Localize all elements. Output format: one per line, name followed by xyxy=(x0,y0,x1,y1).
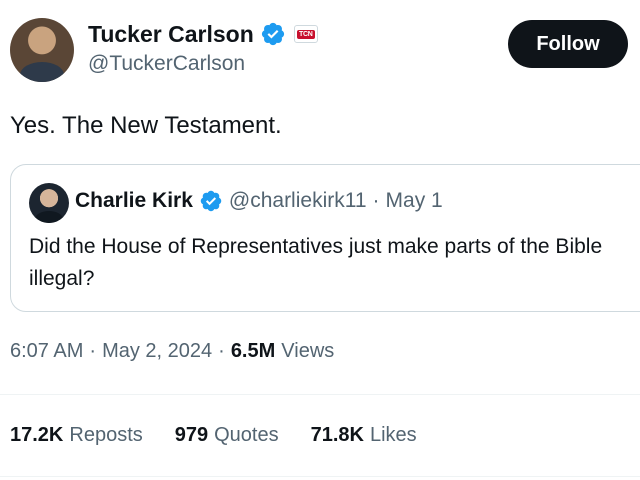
quoted-separator: · xyxy=(372,189,380,212)
engagement-stats: 17.2K Reposts 979 Quotes 71.8K Likes xyxy=(10,424,417,447)
quoted-tweet-text: Did the House of Representatives just ma… xyxy=(29,235,603,290)
meta-separator: · xyxy=(89,340,97,362)
reposts-label: Reposts xyxy=(69,424,143,446)
tweet-meta: 6:07 AM · May 2, 2024 · 6.5M Views xyxy=(10,340,334,363)
divider xyxy=(0,476,640,477)
author-display-name[interactable]: Tucker Carlson xyxy=(88,21,254,48)
quoted-author-avatar[interactable] xyxy=(29,183,69,223)
quotes-count: 979 xyxy=(174,424,209,446)
quoted-author-name[interactable]: Charlie Kirk xyxy=(75,189,193,213)
divider xyxy=(0,394,640,395)
views-label: Views xyxy=(281,340,335,362)
follow-button[interactable]: Follow xyxy=(508,20,628,68)
reposts-count: 17.2K xyxy=(10,424,64,446)
tweet-detail: Tucker Carlson TCN @TuckerCarlson Follow… xyxy=(0,0,640,480)
tweet-text: Yes. The New Testament. xyxy=(10,112,282,139)
tweet-time[interactable]: 6:07 AM xyxy=(10,340,83,363)
quoted-author-handle[interactable]: @charliekirk11 xyxy=(229,189,367,213)
quoted-tweet-header: Charlie Kirk @charliekirk11 · May 1 xyxy=(75,189,443,213)
affiliate-badge-icon[interactable]: TCN xyxy=(293,25,318,43)
verified-badge-icon[interactable] xyxy=(260,21,286,47)
likes-stat[interactable]: 71.8K Likes xyxy=(311,424,417,447)
quotes-label: Quotes xyxy=(214,424,279,446)
tweet-date[interactable]: May 2, 2024 xyxy=(102,340,212,363)
author-handle[interactable]: @TuckerCarlson xyxy=(88,52,245,76)
quotes-stat[interactable]: 979 Quotes xyxy=(175,424,279,447)
views-count: 6.5M xyxy=(230,340,276,362)
likes-count: 71.8K xyxy=(310,424,364,446)
author-avatar[interactable] xyxy=(10,18,74,82)
likes-label: Likes xyxy=(369,424,417,446)
reposts-stat[interactable]: 17.2K Reposts xyxy=(10,424,143,447)
verified-badge-icon[interactable] xyxy=(199,189,223,213)
affiliate-badge-text: TCN xyxy=(297,29,315,39)
quoted-tweet-date[interactable]: May 1 xyxy=(386,189,443,213)
author-name-row: Tucker Carlson TCN xyxy=(88,18,318,50)
meta-separator: · xyxy=(218,340,225,362)
quoted-tweet-card[interactable]: Charlie Kirk @charliekirk11 · May 1 Did … xyxy=(10,164,640,312)
